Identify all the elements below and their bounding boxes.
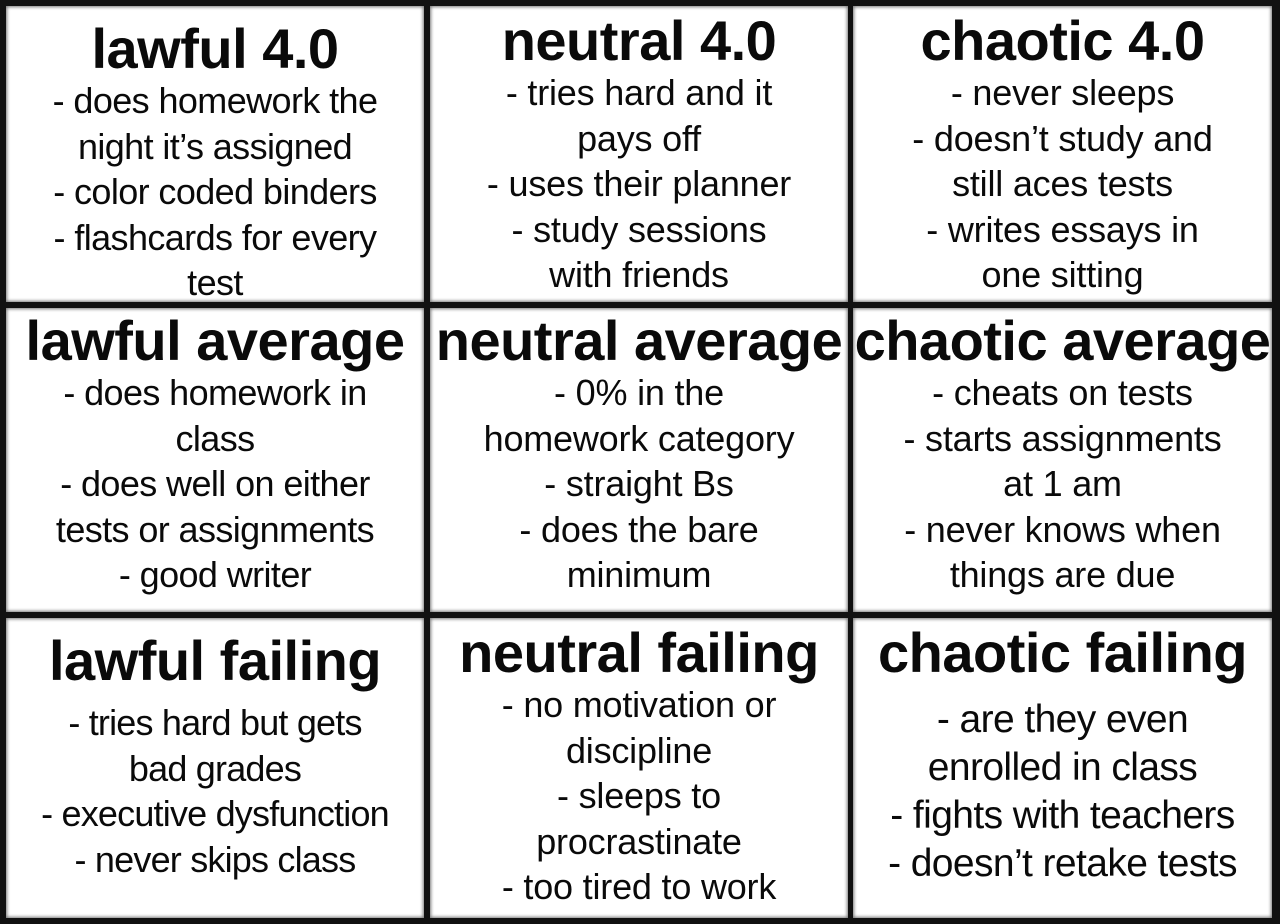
cell-items: - cheats on tests - starts assignments a… <box>853 370 1272 598</box>
cell-item: - uses their planner <box>486 163 792 204</box>
cell-neutral-average: neutral average - 0% in the homework cat… <box>430 308 848 612</box>
cell-items: - never sleeps - doesn’t study and still… <box>853 70 1272 298</box>
alignment-chart-grid: lawful 4.0 - does homework the night it’… <box>0 0 1280 924</box>
cell-item: - color coded binders <box>53 171 377 212</box>
cell-item: - writes essays in one sitting <box>926 208 1199 296</box>
cell-item: - sleeps to procrastinate <box>536 775 742 862</box>
cell-lawful-4-0: lawful 4.0 - does homework the night it’… <box>6 6 424 302</box>
cell-item: - study sessions with friends <box>511 208 767 296</box>
cell-item: - flashcards for every test <box>53 216 378 303</box>
cell-item: - good writer <box>118 554 312 595</box>
cell-item: - does well on either tests or assignmen… <box>55 463 375 550</box>
cell-title: lawful 4.0 <box>91 17 339 80</box>
cell-item: - starts assignments at 1 am <box>903 417 1222 505</box>
cell-chaotic-failing: chaotic failing - are they even enrolled… <box>853 618 1272 918</box>
cell-item: - too tired to work <box>501 866 777 907</box>
cell-items: - does homework the night it’s assigned … <box>6 78 424 302</box>
cell-items: - 0% in the homework category - straight… <box>430 370 848 598</box>
cell-neutral-failing: neutral failing - no motivation or disci… <box>430 618 848 918</box>
cell-item: - doesn’t study and still aces tests <box>912 117 1213 205</box>
cell-items: - does homework in class - does well on … <box>6 370 424 598</box>
cell-item: - are they even enrolled in class <box>927 698 1198 789</box>
cell-items: - tries hard and it pays off - uses thei… <box>430 70 848 298</box>
cell-item: - never knows when things are due <box>904 508 1221 596</box>
cell-item: - doesn’t retake tests <box>888 842 1237 885</box>
cell-item: - no motivation or discipline <box>501 684 777 771</box>
cell-chaotic-4-0: chaotic 4.0 - never sleeps - doesn’t stu… <box>853 6 1272 302</box>
cell-item: - does the bare minimum <box>519 508 759 596</box>
cell-title: neutral average <box>435 309 843 372</box>
cell-item: - does homework in class <box>63 372 367 459</box>
cell-chaotic-average: chaotic average - cheats on tests - star… <box>853 308 1272 612</box>
cell-item: - does homework the night it’s assigned <box>52 80 378 167</box>
cell-items: - no motivation or discipline - sleeps t… <box>430 682 848 910</box>
cell-item: - straight Bs <box>544 463 734 504</box>
cell-item: - cheats on tests <box>932 372 1193 413</box>
cell-title: lawful average <box>25 309 405 372</box>
cell-item: - tries hard but gets bad grades <box>68 702 362 789</box>
cell-neutral-4-0: neutral 4.0 - tries hard and it pays off… <box>430 6 848 302</box>
cell-item: - 0% in the homework category <box>483 372 795 459</box>
cell-item: - tries hard and it pays off <box>505 72 773 159</box>
cell-item: - executive dysfunction <box>41 793 390 834</box>
cell-item: - never sleeps <box>950 72 1175 113</box>
cell-title: neutral 4.0 <box>501 9 777 72</box>
cell-title: chaotic 4.0 <box>920 9 1205 72</box>
cell-item: - fights with teachers <box>890 794 1235 837</box>
cell-title: lawful failing <box>48 629 382 692</box>
cell-items: - tries hard but gets bad grades - execu… <box>6 700 424 882</box>
cell-title: neutral failing <box>459 621 819 684</box>
cell-lawful-failing: lawful failing - tries hard but gets bad… <box>6 618 424 918</box>
cell-item: - never skips class <box>74 838 357 880</box>
cell-lawful-average: lawful average - does homework in class … <box>6 308 424 612</box>
cell-title: chaotic failing <box>878 621 1248 684</box>
cell-items: - are they even enrolled in class - figh… <box>853 696 1272 888</box>
cell-title: chaotic average <box>854 309 1271 372</box>
